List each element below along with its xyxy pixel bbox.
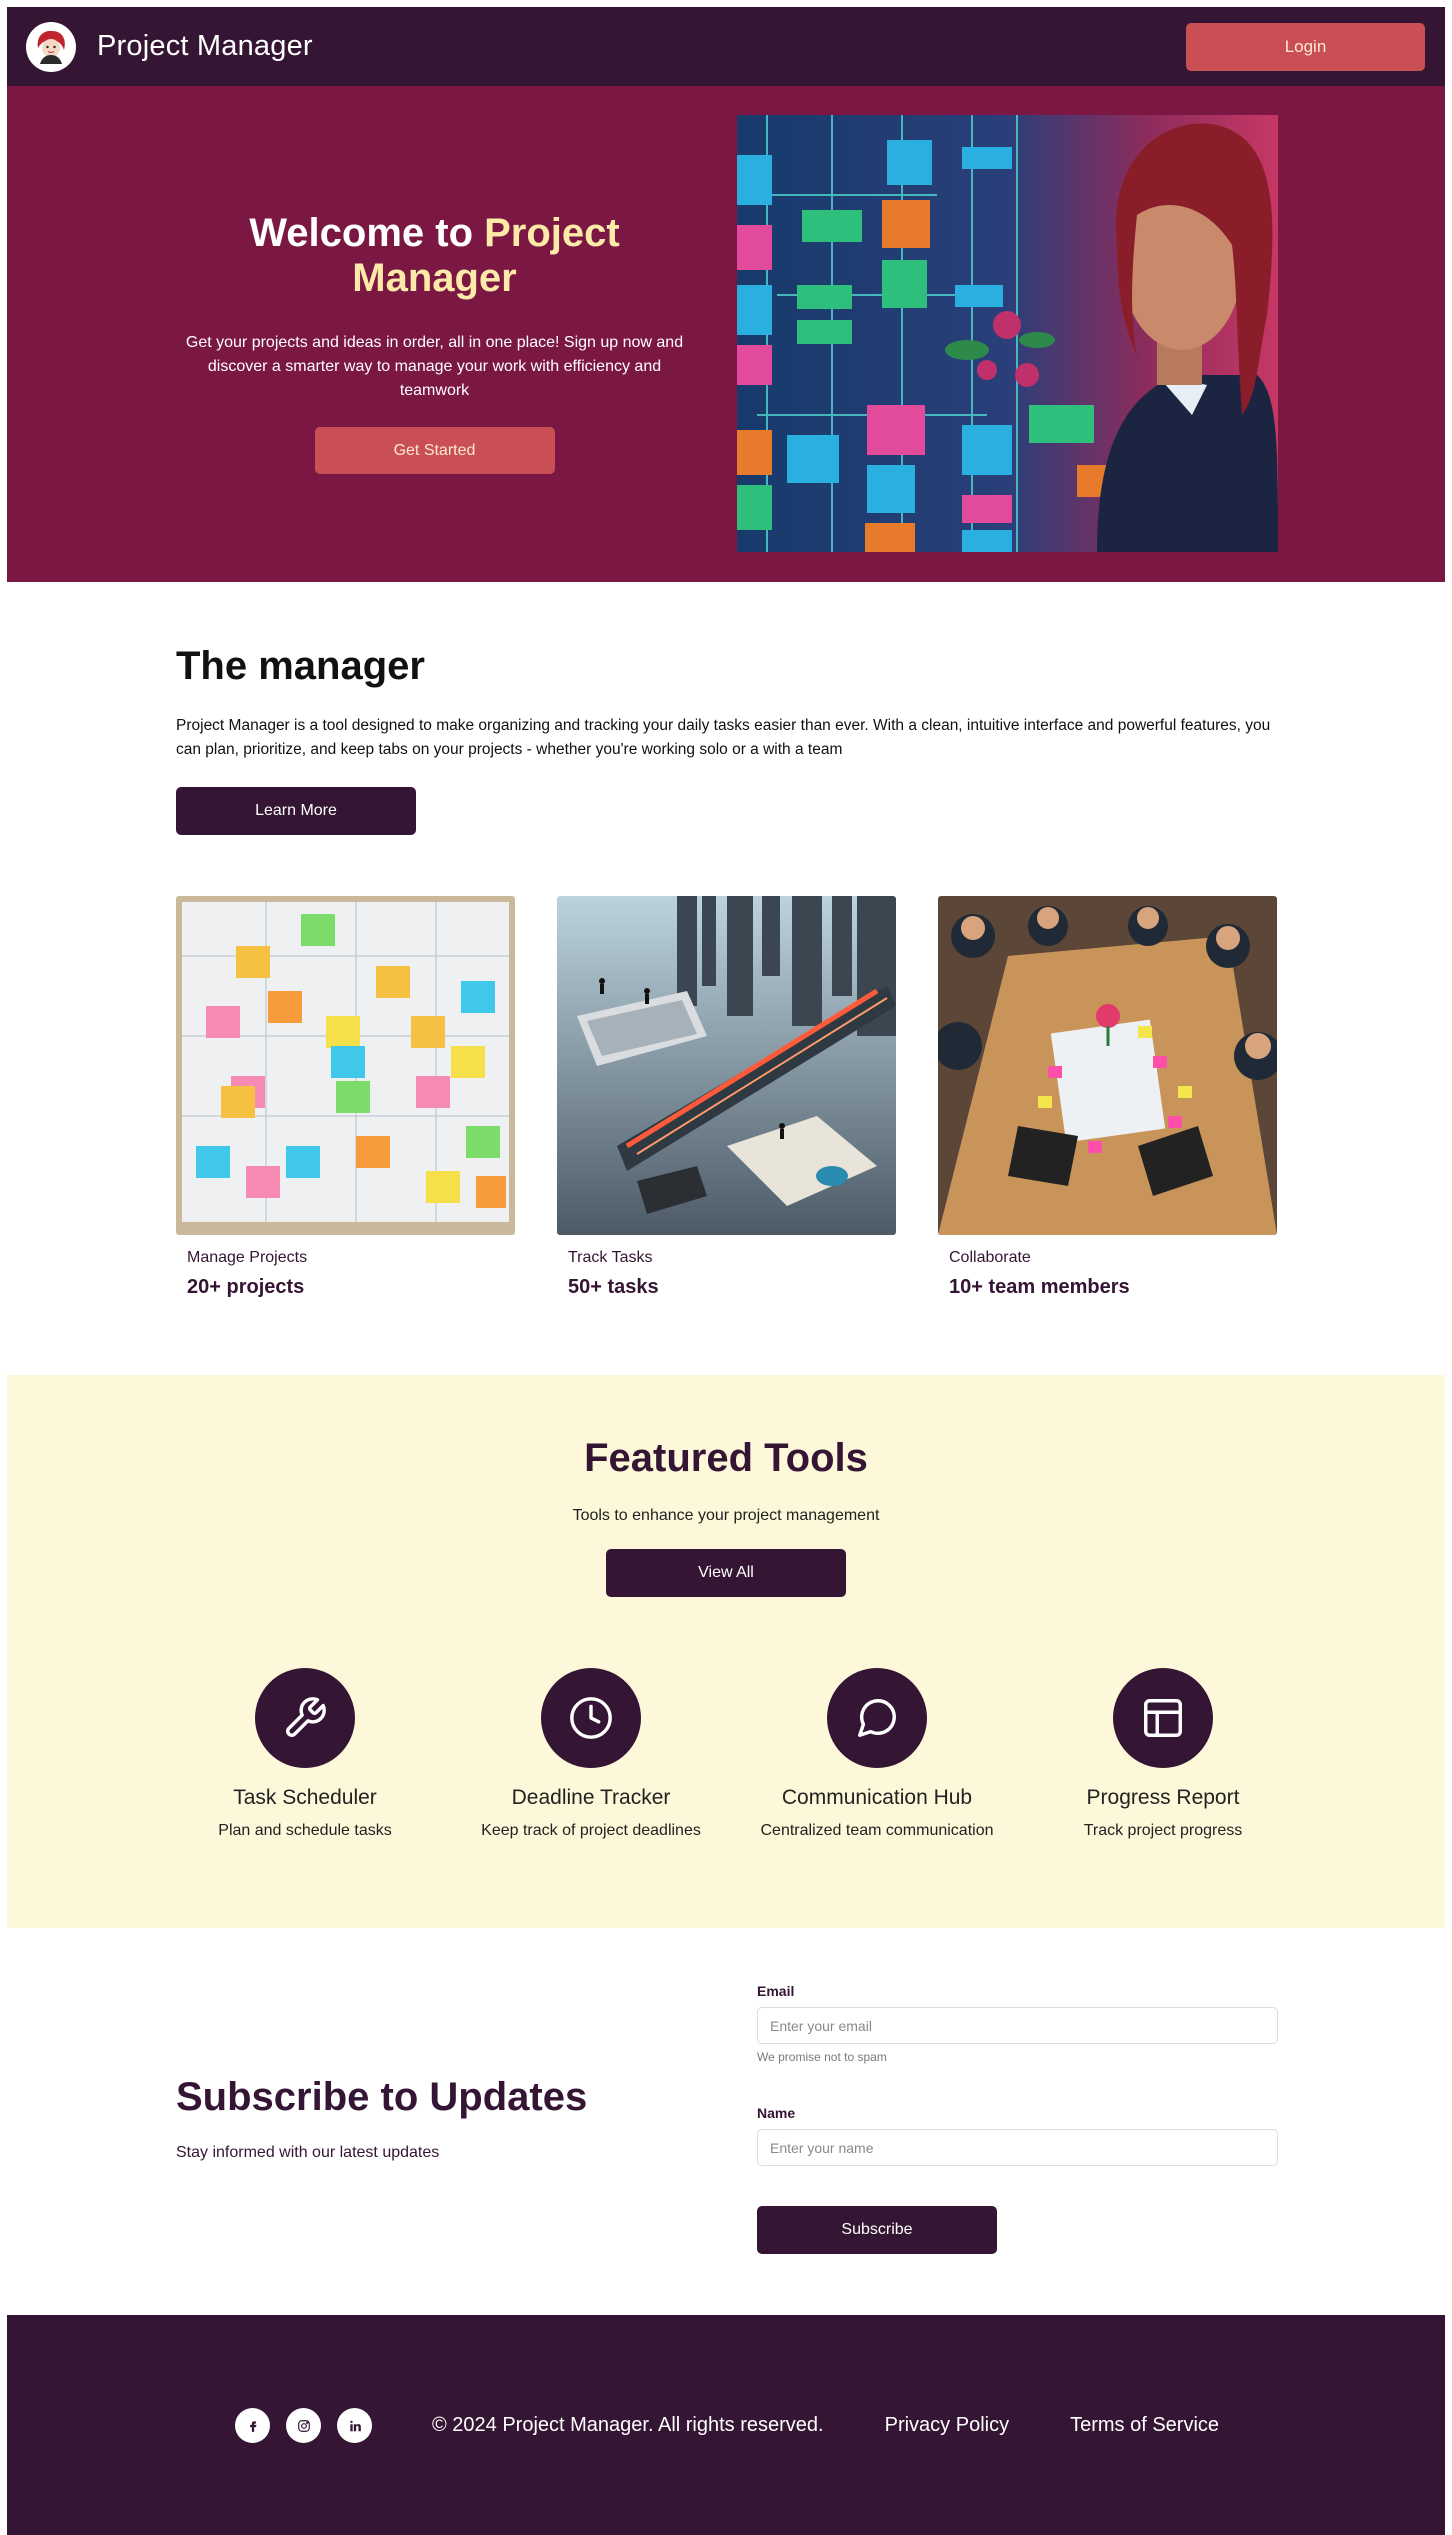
featured-subtitle: Tools to enhance your project management xyxy=(572,1507,880,1524)
card-value: 20+ projects xyxy=(187,1276,305,1298)
team-meeting-image xyxy=(938,896,1277,1235)
tool-name: Task Scheduler xyxy=(233,1786,377,1809)
email-hint: We promise not to spam xyxy=(757,2050,887,2064)
manager-description: Project Manager is a tool designed to ma… xyxy=(176,717,1271,758)
chat-bubble-icon xyxy=(827,1668,927,1768)
email-label: Email xyxy=(757,1983,795,1999)
terms-of-service-link[interactable]: Terms of Service xyxy=(1070,2414,1219,2437)
subscribe-form: Email We promise not to spam Name Subscr… xyxy=(757,1983,1278,2254)
hero-text: Welcome to Project Manager Get your proj… xyxy=(162,211,707,474)
tool-desc: Keep track of project deadlines xyxy=(481,1822,701,1839)
card-manage-projects[interactable]: Manage Projects 20+ projects xyxy=(176,896,515,1299)
social-links xyxy=(235,2408,372,2443)
copyright-text: © 2024 Project Manager. All rights reser… xyxy=(432,2414,824,2436)
sticky-notes-board-image xyxy=(176,896,515,1235)
card-value: 50+ tasks xyxy=(568,1276,659,1298)
tool-desc: Plan and schedule tasks xyxy=(218,1822,392,1839)
name-group: Name xyxy=(757,2105,1278,2166)
tools-list: Task Scheduler Plan and schedule tasks D… xyxy=(162,1668,1445,1840)
card-value: 10+ team members xyxy=(949,1276,1130,1298)
featured-tools-section: Featured Tools Tools to enhance your pro… xyxy=(7,1375,1445,1928)
navbar: Project Manager Login xyxy=(7,7,1445,86)
card-label: Track Tasks xyxy=(568,1249,653,1266)
hero-image xyxy=(737,115,1278,552)
clock-icon xyxy=(541,1668,641,1768)
linkedin-icon[interactable] xyxy=(337,2408,372,2443)
manager-section: The manager Project Manager is a tool de… xyxy=(7,582,1445,1375)
view-all-button[interactable]: View All xyxy=(606,1549,846,1597)
get-started-button[interactable]: Get Started xyxy=(314,427,555,474)
footer: © 2024 Project Manager. All rights reser… xyxy=(7,2315,1445,2535)
tool-desc: Centralized team communication xyxy=(760,1822,994,1839)
subscribe-section: Subscribe to Updates Stay informed with … xyxy=(7,1928,1445,2315)
card-label: Collaborate xyxy=(949,1249,1031,1266)
email-field[interactable] xyxy=(757,2007,1278,2044)
layout-icon xyxy=(1113,1668,1213,1768)
instagram-icon[interactable] xyxy=(286,2408,321,2443)
manager-title: The manager xyxy=(176,644,425,688)
privacy-policy-link[interactable]: Privacy Policy xyxy=(885,2414,1009,2437)
name-field[interactable] xyxy=(757,2129,1278,2166)
tool-deadline-tracker[interactable]: Deadline Tracker Keep track of project d… xyxy=(448,1668,734,1840)
tool-name: Progress Report xyxy=(1086,1786,1240,1809)
card-label: Manage Projects xyxy=(187,1249,308,1266)
card-track-tasks[interactable]: Track Tasks 50+ tasks xyxy=(557,896,896,1299)
stats-cards: Manage Projects 20+ projects Track Tasks… xyxy=(176,896,1277,1299)
hero-section: Welcome to Project Manager Get your proj… xyxy=(7,86,1445,582)
hero-subtitle: Get your projects and ideas in order, al… xyxy=(185,334,684,399)
login-button[interactable]: Login xyxy=(1186,22,1425,71)
brand[interactable]: Project Manager xyxy=(26,21,313,72)
learn-more-button[interactable]: Learn More xyxy=(176,787,416,835)
subscribe-button[interactable]: Subscribe xyxy=(757,2206,997,2254)
tool-task-scheduler[interactable]: Task Scheduler Plan and schedule tasks xyxy=(162,1668,448,1840)
tool-progress-report[interactable]: Progress Report Track project progress xyxy=(1020,1668,1306,1840)
tool-name: Communication Hub xyxy=(781,1786,973,1809)
avatar-logo-icon xyxy=(26,21,76,72)
tool-desc: Track project progress xyxy=(1083,1822,1243,1839)
wrench-icon xyxy=(255,1668,355,1768)
tool-communication-hub[interactable]: Communication Hub Centralized team commu… xyxy=(734,1668,1020,1840)
tool-name: Deadline Tracker xyxy=(511,1786,671,1809)
email-group: Email We promise not to spam xyxy=(757,1983,1278,2064)
hero-title-prefix: Welcome to xyxy=(249,211,485,255)
subscribe-title: Subscribe to Updates xyxy=(176,2075,588,2119)
card-collaborate[interactable]: Collaborate 10+ team members xyxy=(938,896,1277,1299)
hero-title: Welcome to Project Manager xyxy=(162,211,707,301)
subscribe-intro: Subscribe to Updates Stay informed with … xyxy=(176,2075,587,2162)
name-label: Name xyxy=(757,2105,796,2121)
futuristic-workspace-image xyxy=(557,896,896,1235)
subscribe-text: Stay informed with our latest updates xyxy=(176,2144,440,2161)
facebook-icon[interactable] xyxy=(235,2408,270,2443)
brand-title: Project Manager xyxy=(97,30,313,62)
featured-title: Featured Tools xyxy=(584,1436,868,1480)
